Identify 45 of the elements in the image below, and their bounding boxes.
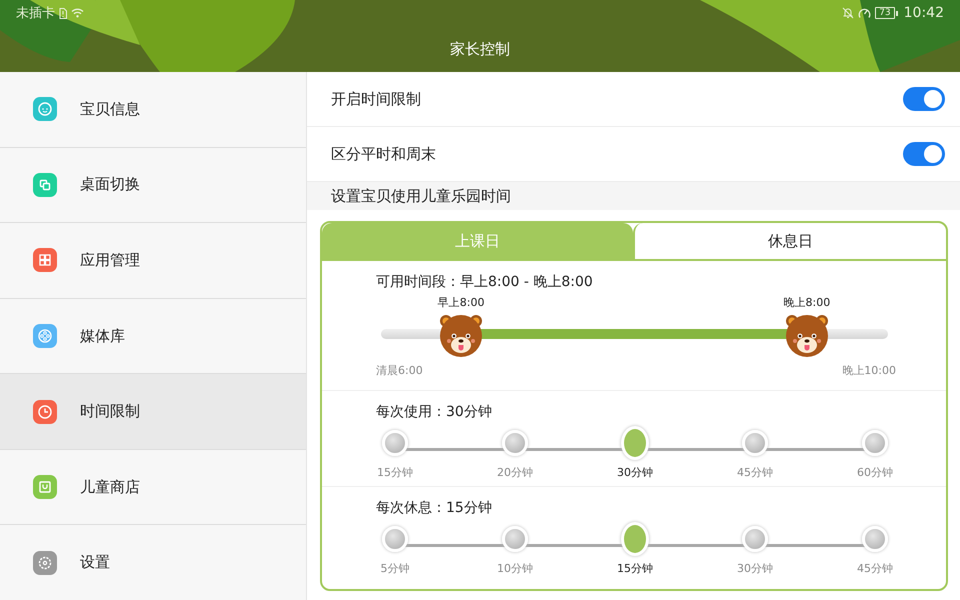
- sidebar-item-label: 儿童商店: [80, 478, 140, 497]
- bear-face-icon[interactable]: [438, 312, 484, 358]
- sidebar-item[interactable]: 桌面切换: [0, 148, 306, 224]
- stepper-option-label: 15分钟: [617, 561, 653, 576]
- stepper-option-label: 60分钟: [857, 465, 893, 480]
- sidebar-item[interactable]: 媒体库: [0, 298, 306, 374]
- sidebar-item-label: 时间限制: [80, 402, 140, 422]
- setting-label: 区分平时和周末: [331, 144, 436, 164]
- stepper-option-label: 10分钟: [497, 561, 533, 576]
- stepper-dot[interactable]: [621, 525, 649, 553]
- battery-icon: 73: [875, 7, 895, 19]
- stepper-option-label: 30分钟: [737, 561, 773, 576]
- stepper-dot[interactable]: [621, 429, 649, 457]
- toggle-switch[interactable]: [903, 142, 945, 166]
- thumb-label: 早上8:00: [438, 295, 484, 310]
- bear-face-icon[interactable]: [784, 312, 830, 358]
- sidebar-item-label: 媒体库: [80, 326, 125, 346]
- section-heading: 设置宝贝使用儿童乐园时间: [307, 182, 960, 210]
- sidebar-item-label: 宝贝信息: [80, 100, 140, 119]
- stepper-caption: 每次休息：15分钟: [376, 499, 493, 517]
- stepper-option-label: 45分钟: [737, 465, 773, 480]
- sidebar-item-label: 桌面切换: [80, 175, 140, 194]
- wifi-icon: [71, 8, 84, 18]
- stepper-option-label: 45分钟: [857, 561, 893, 576]
- sidebar-item-label: 设置: [80, 553, 110, 572]
- speedometer-icon: [858, 7, 872, 19]
- range-max-label: 晚上10:00: [842, 363, 896, 378]
- page-title: 家长控制: [450, 39, 510, 59]
- toggle-switch[interactable]: [903, 87, 945, 111]
- tab[interactable]: 休息日: [633, 223, 946, 261]
- carrier-text: 未插卡: [16, 5, 55, 22]
- sim-icon: [59, 8, 67, 18]
- clock-time: 10:42: [904, 5, 944, 21]
- range-min-label: 清晨6:00: [376, 363, 423, 378]
- stepper-option-label: 20分钟: [497, 465, 533, 480]
- range-caption: 可用时间段：早上8:00 - 晚上8:00: [376, 273, 594, 291]
- setting-label: 开启时间限制: [331, 90, 421, 108]
- stepper-option-label: 15分钟: [377, 465, 413, 480]
- sidebar-item-label: 应用管理: [80, 250, 140, 270]
- sidebar-item[interactable]: 时间限制: [0, 374, 306, 450]
- stepper-caption: 每次使用：30分钟: [376, 403, 493, 421]
- bell-muted-icon: [842, 7, 854, 19]
- stepper-option-label: 30分钟: [617, 465, 653, 480]
- stepper-option-label: 5分钟: [380, 561, 410, 576]
- thumb-label: 晚上8:00: [784, 295, 830, 310]
